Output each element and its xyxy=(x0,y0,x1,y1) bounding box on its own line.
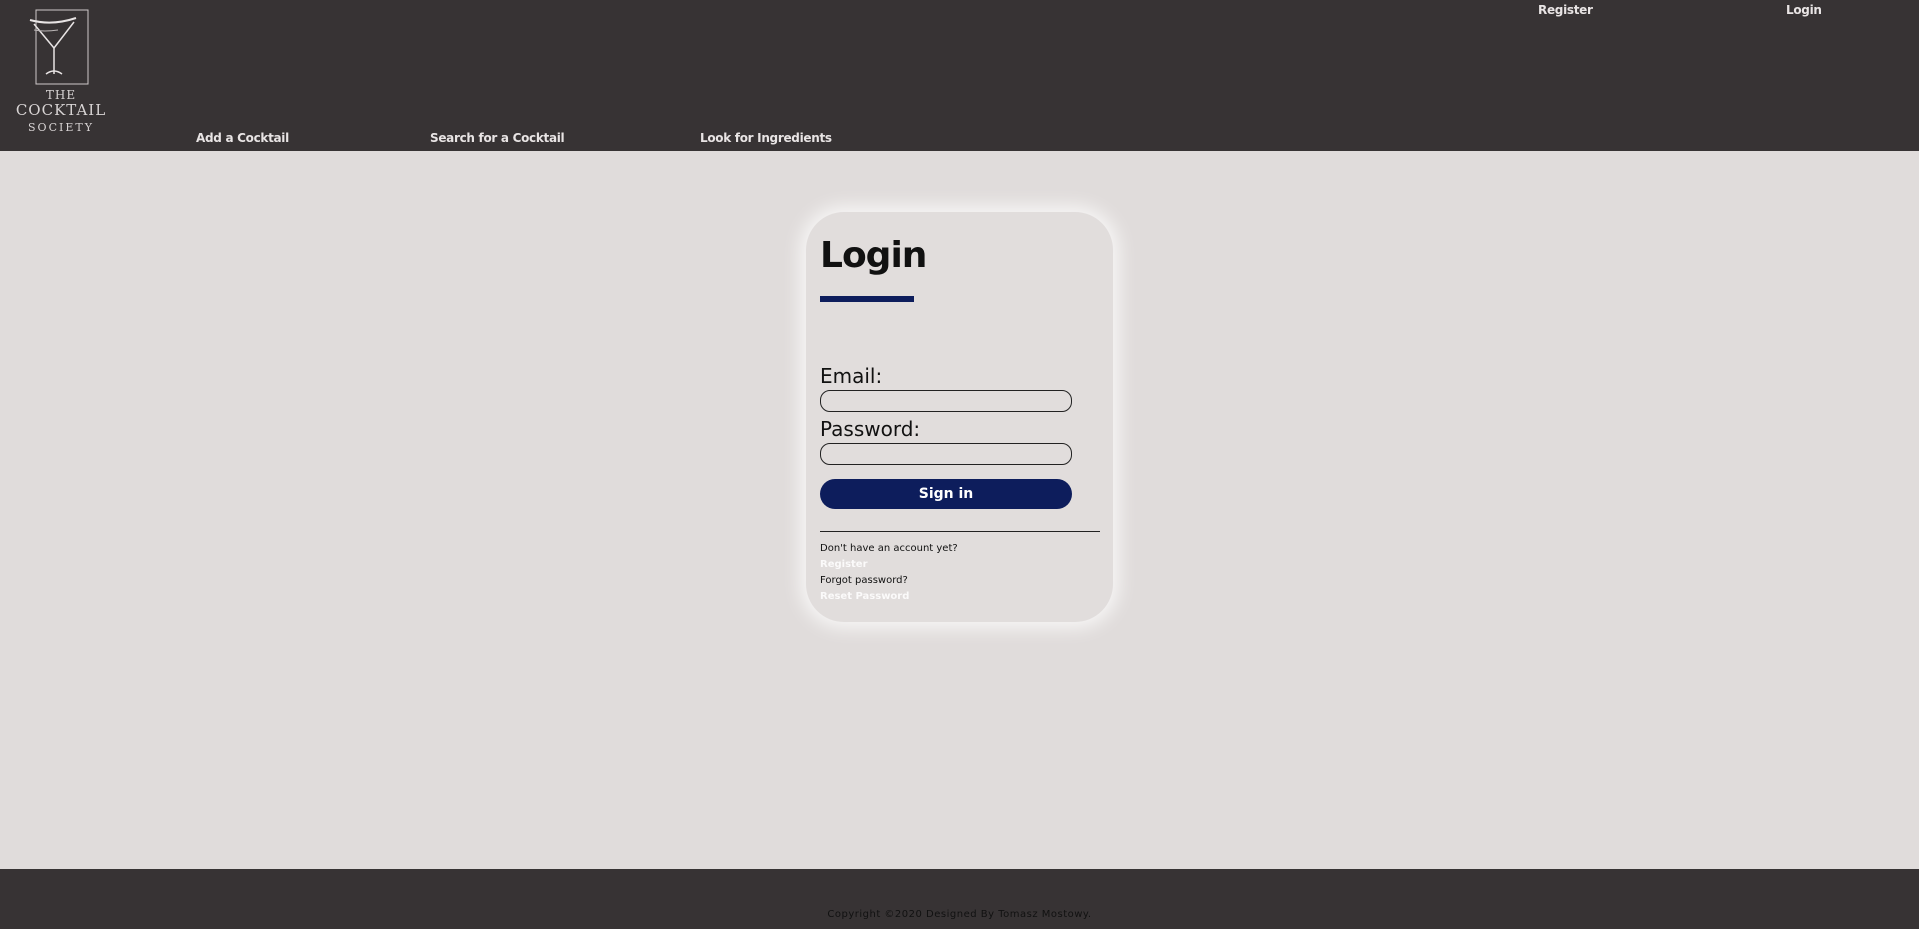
no-account-text: Don't have an account yet? xyxy=(820,543,958,554)
register-link[interactable]: Register xyxy=(820,559,868,570)
form-divider xyxy=(820,531,1100,532)
email-field[interactable] xyxy=(820,390,1072,412)
password-field[interactable] xyxy=(820,443,1072,465)
martini-glass-icon xyxy=(29,9,89,85)
copyright-text: Copyright ©2020 Designed By Tomasz Mosto… xyxy=(827,909,1092,920)
password-label: Password: xyxy=(820,417,921,441)
forgot-password-text: Forgot password? xyxy=(820,575,908,586)
nav-add-cocktail[interactable]: Add a Cocktail xyxy=(196,131,289,145)
sign-in-button[interactable]: Sign in xyxy=(820,479,1072,509)
title-underline xyxy=(820,296,914,302)
logo-text-society: SOCIETY xyxy=(28,121,94,134)
email-label: Email: xyxy=(820,364,883,388)
header-register-link[interactable]: Register xyxy=(1538,3,1593,17)
header-login-link[interactable]: Login xyxy=(1786,3,1822,17)
reset-password-link[interactable]: Reset Password xyxy=(820,591,909,602)
logo-text-the: THE xyxy=(45,88,77,102)
site-header: THE COCKTAIL SOCIETY Add a Cocktail Sear… xyxy=(0,0,1919,151)
site-footer xyxy=(0,869,1919,929)
logo-text-cocktail: COCKTAIL xyxy=(15,101,107,119)
nav-search-cocktail[interactable]: Search for a Cocktail xyxy=(430,131,565,145)
login-title: Login xyxy=(820,235,927,276)
nav-look-ingredients[interactable]: Look for Ingredients xyxy=(700,131,832,145)
site-logo[interactable]: THE COCKTAIL SOCIETY xyxy=(14,8,108,138)
